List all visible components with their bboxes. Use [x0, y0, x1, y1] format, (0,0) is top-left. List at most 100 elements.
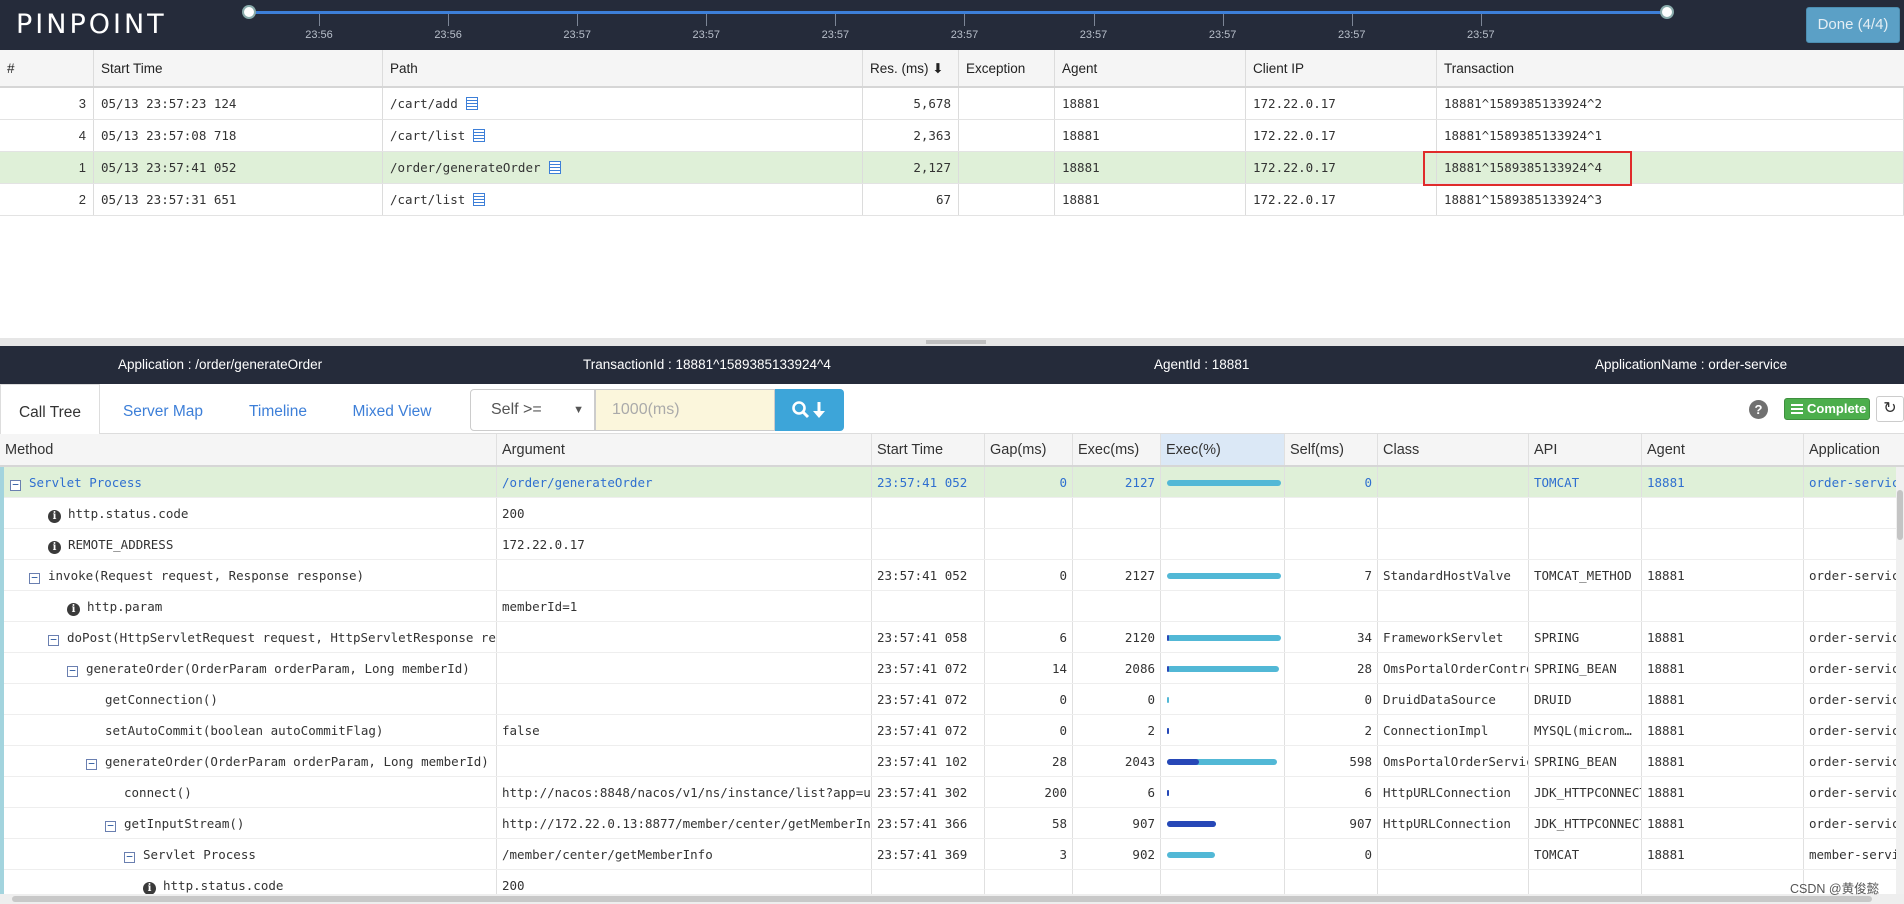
exec-percent-bar-track — [1167, 728, 1281, 734]
timeline-range-bar[interactable] — [248, 11, 1668, 14]
row-argument: http://nacos:8848/nacos/v1/ns/instance/l… — [497, 777, 872, 807]
row-client-ip: 172.22.0.17 — [1246, 184, 1437, 215]
search-down-button[interactable] — [775, 389, 844, 431]
row-start-time: 23:57:41 102 — [872, 746, 985, 776]
tab-server-map[interactable]: Server Map — [112, 384, 214, 434]
row-method-text: invoke(Request request, Response respons… — [48, 568, 365, 583]
call-tree-row[interactable]: getConnection() 23:57:41 072 0 0 0 DruidDataS… — [0, 684, 1904, 715]
row-index: 1 — [0, 152, 94, 183]
col-header-self[interactable]: Self(ms) — [1285, 434, 1378, 465]
call-tree-row[interactable]: − generateOrder(OrderParam orderParam, Lo… — [0, 653, 1904, 684]
collapse-toggle-icon[interactable]: − — [124, 851, 135, 863]
col-header-exec[interactable]: Exec(ms) — [1073, 434, 1161, 465]
row-path[interactable]: /cart/list — [383, 120, 863, 151]
col-header-agent[interactable]: Agent — [1055, 50, 1246, 86]
timeline-scrubber[interactable]: 23:56 23:56 23:57 23:57 23:57 23:57 23:57 23:57… — [242, 0, 1674, 50]
call-tree-row[interactable]: − Servlet Process/order/generateOrder 23:5… — [0, 467, 1904, 498]
row-path[interactable]: /order/generateOrder — [383, 152, 863, 183]
timeline-tick — [319, 14, 320, 26]
row-agent: 18881 — [1055, 152, 1246, 183]
call-tree-row[interactable]: setAutoCommit(boolean autoCommitFlag) fal… — [0, 715, 1904, 746]
row-method: i http.param — [0, 591, 497, 621]
filter-threshold-input[interactable]: 1000(ms) — [595, 389, 775, 431]
row-start-time-text: 05/13 23:57:08 718 — [101, 128, 237, 143]
row-self: 34 — [1285, 622, 1378, 652]
transaction-row[interactable]: 3 05/13 23:57:23 124/cart/add 5,678 18881 17… — [0, 88, 1904, 120]
transaction-row[interactable]: 2 05/13 23:57:31 651/cart/list 67 18881 172.… — [0, 184, 1904, 216]
row-path[interactable]: /cart/list — [383, 184, 863, 215]
row-class — [1378, 498, 1529, 528]
exec-percent-bar — [1167, 666, 1279, 672]
col-header-exception[interactable]: Exception — [959, 50, 1055, 86]
call-tree-row[interactable]: i http.status.code 200 — [0, 870, 1904, 894]
document-icon[interactable] — [548, 161, 561, 174]
collapse-toggle-icon[interactable]: − — [29, 572, 40, 584]
col-header-response-time[interactable]: Res. (ms) ⬇ — [863, 50, 959, 86]
row-class — [1378, 529, 1529, 559]
call-tree-row[interactable]: − invoke(Request request, Response respon… — [0, 560, 1904, 591]
call-tree-row[interactable]: − doPost(HttpServletRequest request, Http… — [0, 622, 1904, 653]
row-self: 0 — [1285, 467, 1378, 497]
help-icon[interactable]: ? — [1749, 400, 1768, 419]
row-class: DruidDataSource — [1378, 684, 1529, 714]
call-tree-row[interactable]: i http.param memberId=1 — [0, 591, 1904, 622]
call-tree-row[interactable]: − getInputStream() http://172.22.0.13:8877… — [0, 808, 1904, 839]
col-header-method[interactable]: Method — [0, 434, 497, 465]
row-self: 0 — [1285, 684, 1378, 714]
timeline-start-handle[interactable] — [242, 5, 256, 19]
col-header-class[interactable]: Class — [1378, 434, 1529, 465]
document-icon[interactable] — [473, 129, 486, 142]
transaction-row[interactable]: 4 05/13 23:57:08 718/cart/list 2,363 18881 1… — [0, 120, 1904, 152]
col-header-path[interactable]: Path — [383, 50, 863, 86]
call-tree-row[interactable]: i http.status.code 200 — [0, 498, 1904, 529]
tab-timeline[interactable]: Timeline — [232, 384, 324, 434]
row-exec: 2127 — [1073, 560, 1161, 590]
horizontal-scrollbar-thumb[interactable] — [12, 896, 1872, 902]
transaction-table-header: # Start Time Path Res. (ms) ⬇ Exception … — [0, 50, 1904, 88]
collapse-toggle-icon[interactable]: − — [48, 634, 59, 646]
collapse-toggle-icon[interactable]: − — [67, 665, 78, 677]
exec-percent-bar-track — [1167, 790, 1281, 796]
row-start-time: 23:57:41 369 — [872, 839, 985, 869]
row-exec: 2127 — [1073, 467, 1161, 497]
call-tree-row[interactable]: − Servlet Process/member/center/getMember… — [0, 839, 1904, 870]
col-header-index[interactable]: # — [0, 50, 94, 86]
col-header-start-time[interactable]: Start Time — [94, 50, 383, 86]
col-header-exec-percent[interactable]: Exec(%) — [1161, 434, 1285, 465]
row-self: 0 — [1285, 839, 1378, 869]
vertical-scrollbar-thumb[interactable] — [1897, 490, 1903, 540]
row-agent-text: 18881 — [1062, 160, 1100, 175]
timeline-end-handle[interactable] — [1660, 5, 1674, 19]
row-exception — [959, 152, 1055, 183]
pane-divider-handle[interactable] — [926, 340, 986, 344]
col-header-agent[interactable]: Agent — [1642, 434, 1804, 465]
col-header-start-time[interactable]: Start Time — [872, 434, 985, 465]
pinpoint-logo[interactable]: PINPOINT — [16, 9, 167, 40]
row-exec-percent — [1161, 684, 1285, 714]
document-icon[interactable] — [465, 97, 478, 110]
collapse-toggle-icon[interactable]: − — [105, 820, 116, 832]
col-header-api[interactable]: API — [1529, 434, 1642, 465]
row-client-ip: 172.22.0.17 — [1246, 88, 1437, 119]
col-header-gap[interactable]: Gap(ms) — [985, 434, 1073, 465]
refresh-button[interactable]: ↻ — [1876, 396, 1904, 422]
call-tree-row[interactable]: connect() http://nacos:8848/nacos/v1/ns/i… — [0, 777, 1904, 808]
row-path[interactable]: /cart/add — [383, 88, 863, 119]
row-exec-percent — [1161, 746, 1285, 776]
col-header-transaction[interactable]: Transaction — [1437, 50, 1904, 86]
done-button[interactable]: Done (4/4) — [1806, 7, 1900, 43]
tab-call-tree[interactable]: Call Tree — [0, 384, 100, 435]
col-header-argument[interactable]: Argument — [497, 434, 872, 465]
timeline-tick-label: 23:57 — [821, 29, 850, 41]
collapse-toggle-icon[interactable]: − — [10, 479, 21, 491]
col-header-client-ip[interactable]: Client IP — [1246, 50, 1437, 86]
call-tree-row[interactable]: − generateOrder(OrderParam orderParam, Lo… — [0, 746, 1904, 777]
tab-mixed-view[interactable]: Mixed View — [342, 384, 442, 434]
document-icon[interactable] — [473, 193, 486, 206]
call-tree-row[interactable]: i REMOTE_ADDRESS 172.22.0.17 — [0, 529, 1904, 560]
filter-condition-select[interactable]: Self >= ▼ — [470, 389, 595, 431]
row-exec — [1073, 498, 1161, 528]
row-exec-percent — [1161, 622, 1285, 652]
col-header-application[interactable]: Application — [1804, 434, 1904, 465]
collapse-toggle-icon[interactable]: − — [86, 758, 97, 770]
